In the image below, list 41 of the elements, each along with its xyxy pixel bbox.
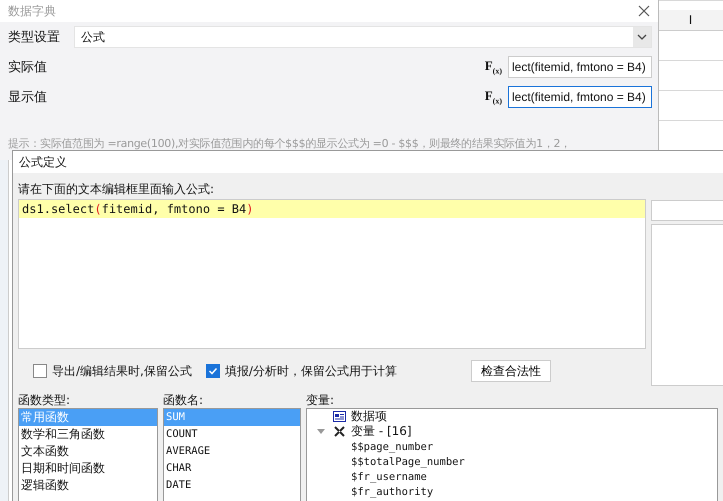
formula-editor[interactable]: ds1.select(fitemid, fmtono = B4): [18, 199, 646, 349]
list-item[interactable]: 逻辑函数: [19, 477, 157, 494]
tree-item[interactable]: $fr_authority: [351, 486, 434, 498]
checkbox-label: 导出/编辑结果时,保留公式: [52, 362, 192, 380]
chevron-down-icon: [633, 27, 651, 47]
list-item[interactable]: COUNT: [164, 426, 300, 443]
search-field[interactable]: [651, 200, 723, 221]
formula-button[interactable]: F$_{(x)}$: [484, 88, 502, 106]
check-validity-button[interactable]: 检查合法性: [470, 360, 551, 382]
checkbox[interactable]: [206, 364, 220, 378]
checkbox-label: 填报/分析时，保留公式用于计算: [224, 362, 397, 380]
formula-field[interactable]: lect(fitemid, fmtono = B4): [508, 86, 652, 108]
field-label: 类型设置: [8, 29, 61, 46]
checkbox[interactable]: [33, 364, 47, 378]
tree-item[interactable]: 变量 - [16]: [351, 423, 412, 440]
list-item[interactable]: 日期和时间函数: [19, 460, 157, 477]
list-label: 函数类型:: [18, 393, 72, 408]
tree-item[interactable]: $fr_username: [351, 470, 427, 482]
tree-item[interactable]: $$page_number: [351, 440, 434, 452]
type-dropdown[interactable]: 公式: [74, 26, 652, 48]
list-item[interactable]: 文本函数: [19, 443, 157, 460]
field-label: 显示值: [8, 89, 48, 106]
field-label: 实际值: [8, 59, 48, 76]
formula-field[interactable]: lect(fitemid, fmtono = B4): [508, 56, 652, 78]
tree-item[interactable]: $$totalPage_number: [351, 456, 465, 468]
list-label: 变量:: [306, 393, 336, 408]
formula-button[interactable]: F$_{(x)}$: [484, 58, 502, 76]
list-item[interactable]: DATE: [164, 477, 300, 494]
dialog-title: 公式定义: [19, 154, 67, 170]
hint-text: 提示：实际值范围为 =range(100),对实际值范围内的每个$$$的显示公式为 =0 - $$$，则最终的结果实际值为1，2，: [7, 136, 572, 151]
list-item[interactable]: 数学和三角函数: [19, 426, 157, 443]
check-icon: [208, 366, 218, 376]
prompt-text: 请在下面的文本编辑框里面输入公式:: [18, 181, 216, 198]
variables-icon: [333, 425, 346, 438]
column-header: I: [658, 10, 723, 31]
list-item[interactable]: CHAR: [164, 460, 300, 477]
tree-item[interactable]: 数据项: [351, 408, 387, 425]
close-icon[interactable]: [638, 5, 650, 17]
dialog-title: 数据字典: [8, 2, 56, 20]
list-item[interactable]: AVERAGE: [164, 443, 300, 460]
list-label: 函数名:: [163, 393, 204, 408]
